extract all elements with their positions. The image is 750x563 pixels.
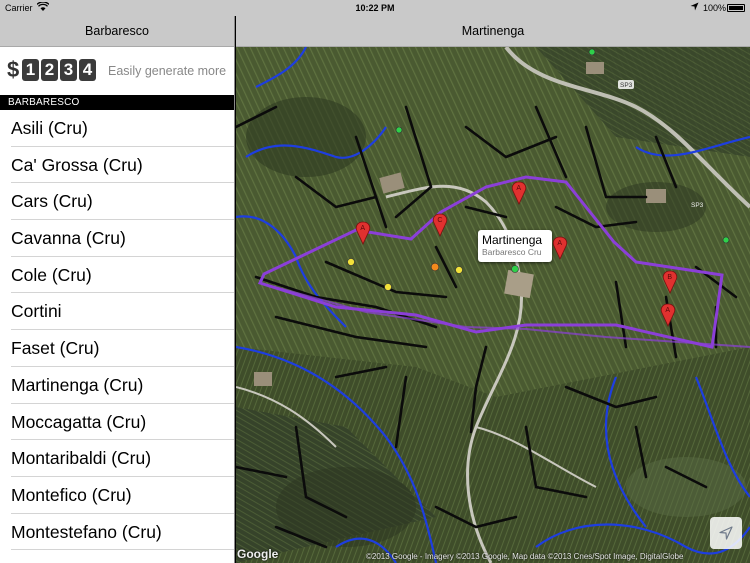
map-pin[interactable]: B [662,270,678,294]
map-pin[interactable]: A [552,236,568,260]
ad-digit: 3 [60,59,77,81]
ad-dollar-sign: $ [7,57,20,82]
map-pin[interactable]: A [660,303,676,327]
pin-label: C [437,217,442,224]
list-item[interactable]: Montestefano (Cru) [0,514,234,551]
ad-text: Easily generate more [108,64,227,78]
pin-label: B [667,274,672,281]
map-nav-title: Martinenga [236,16,750,47]
locate-me-icon [719,526,733,540]
list-item[interactable]: Cavanna (Cru) [0,220,234,257]
list-item[interactable]: Asili (Cru) [0,110,234,147]
map-pin[interactable]: A [355,221,371,245]
list-item[interactable]: Cole (Cru) [0,257,234,294]
list-item[interactable]: Cortini [0,293,234,330]
status-bar: Carrier 10:22 PM 100% [0,0,750,16]
list-item[interactable]: Cars (Cru) [0,183,234,220]
list-item[interactable]: Ca' Grossa (Cru) [0,147,234,184]
list-item[interactable]: Montaribaldi (Cru) [0,440,234,477]
cru-list-pane: Barbaresco $ 1 2 3 4 Easily generate mor… [0,16,235,563]
ad-banner[interactable]: $ 1 2 3 4 Easily generate more [0,47,234,95]
pin-label: A [665,307,670,314]
pin-label: A [557,240,562,247]
ad-digit: 4 [79,59,96,81]
ad-digit: 1 [22,59,39,81]
list-item[interactable]: Montefico (Cru) [0,477,234,514]
list-item[interactable]: Faset (Cru) [0,330,234,367]
left-nav-title: Barbaresco [0,16,234,47]
map-pin[interactable]: A [511,181,527,205]
cru-list: Asili (Cru) Ca' Grossa (Cru) Cars (Cru) … [0,110,234,550]
pin-label: A [516,185,521,192]
callout-subtitle: Barbaresco Cru [482,247,542,257]
list-item[interactable]: Moccagatta (Cru) [0,404,234,441]
map-pins-layer: A C A A B A [355,181,678,327]
map-callout[interactable]: Martinenga Barbaresco Cru [478,230,552,262]
section-header: BARBARESCO [0,95,234,110]
status-time: 10:22 PM [355,3,395,13]
location-arrow-icon [690,2,699,13]
pin-label: A [360,225,365,232]
google-logo: Google [237,547,279,561]
ad-digit: 2 [41,59,58,81]
locate-me-button[interactable] [710,517,742,549]
battery-percent: 100% [703,3,727,13]
satellite-map[interactable]: SP3 SP3 A C A A B A Martinenga Barbaresc… [236,47,750,563]
map-pin[interactable]: C [432,213,448,237]
list-item[interactable]: Martinenga (Cru) [0,367,234,404]
map-attribution[interactable]: ©2013 Google - Imagery ©2013 Google, Map… [366,552,683,561]
battery-icon [727,4,745,12]
callout-title: Martinenga [482,233,543,247]
